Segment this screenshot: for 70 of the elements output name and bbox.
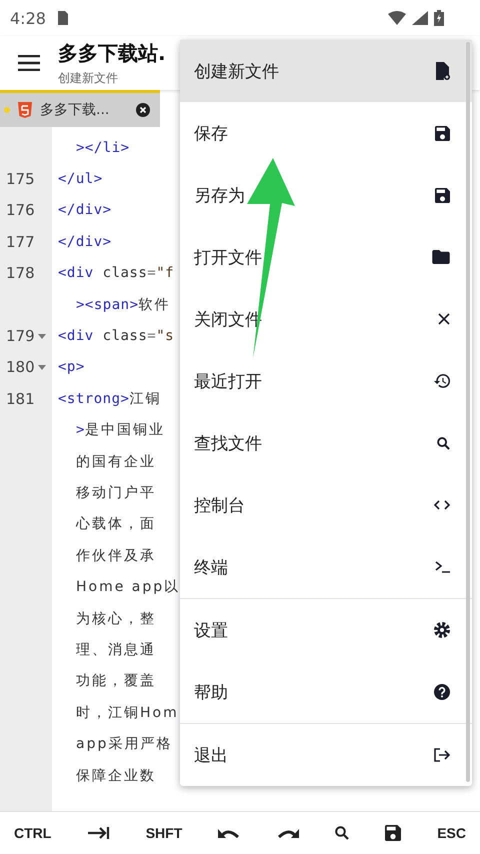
menu-item[interactable]: 查找文件 — [180, 412, 472, 474]
html5-icon — [18, 102, 32, 118]
code-line: </div> — [57, 234, 112, 250]
help-icon — [434, 684, 450, 700]
file-tab[interactable]: 多多下载... — [0, 93, 160, 127]
code-line: <div class="s — [57, 328, 174, 344]
line-number: 181 — [6, 390, 35, 408]
app-title: 多多下载站. — [58, 40, 166, 66]
menu-item[interactable]: 控制台 — [180, 474, 472, 536]
code-line: 时，江铜Hom — [75, 704, 179, 722]
battery-icon — [434, 10, 444, 26]
menu-item[interactable]: 帮助 — [180, 661, 472, 723]
line-number: 176 — [6, 201, 35, 220]
menu-item[interactable]: 设置 — [180, 599, 472, 661]
terminal-icon — [435, 561, 450, 573]
code-line: ><span>软件 — [75, 296, 171, 314]
code-line: <div class="f — [57, 265, 174, 282]
code-line: 为核心，整 — [75, 610, 156, 628]
save-icon — [435, 188, 450, 202]
search-icon — [437, 436, 450, 450]
file-plus-icon — [436, 62, 450, 80]
menu-item[interactable]: 终端 — [180, 536, 472, 598]
line-number: 178 — [6, 264, 35, 282]
line-number: 179 — [6, 327, 35, 346]
menu-icon[interactable] — [18, 55, 40, 71]
code-icon — [434, 500, 450, 510]
code-line: 心载体，面 — [74, 515, 156, 534]
fold-caret-icon[interactable] — [38, 364, 46, 370]
close-icon — [438, 313, 450, 325]
code-line: <p> — [57, 359, 85, 376]
key-button[interactable]: ESC — [431, 819, 472, 847]
status-time: 4:28 — [10, 8, 46, 28]
code-line: app采用严格 — [75, 735, 172, 754]
code-line: 的国有企业 — [75, 452, 156, 471]
code-line: 作伙伴及承 — [75, 546, 156, 565]
code-line: 保障企业数 — [75, 766, 156, 784]
code-line: <strong>江铜 — [57, 390, 162, 408]
menu-item[interactable]: 另存为 — [180, 164, 472, 226]
code-line: >是中国铜业 — [75, 421, 165, 440]
history-icon — [434, 374, 450, 388]
line-number: 175 — [6, 170, 35, 188]
code-line: 功能，覆盖 — [75, 672, 156, 690]
save-icon — [435, 126, 450, 140]
save-icon — [385, 825, 402, 841]
sim-card-icon — [58, 11, 68, 25]
menu-item[interactable]: 打开文件 — [180, 226, 472, 288]
menu-item[interactable]: 最近打开 — [180, 350, 472, 412]
search-icon — [334, 826, 349, 840]
code-line: </div> — [57, 202, 112, 218]
code-line: 移动门户平 — [75, 484, 156, 502]
folder-icon — [432, 250, 450, 264]
code-line: Home app以 — [75, 578, 180, 596]
fold-caret-icon[interactable] — [38, 334, 46, 339]
menu-item[interactable]: 保存 — [180, 102, 472, 164]
key-button[interactable]: CTRL — [8, 819, 58, 847]
tab-key-icon — [88, 826, 110, 840]
key-button[interactable]: SHFT — [140, 819, 188, 847]
logout-icon — [434, 748, 450, 762]
close-tab-icon[interactable] — [136, 103, 150, 117]
menu-item[interactable]: 创建新文件 — [180, 40, 472, 102]
code-line: </ul> — [57, 171, 103, 188]
menu-item[interactable]: 退出 — [180, 724, 472, 786]
line-number: 180 — [6, 358, 35, 376]
line-number: 177 — [6, 232, 35, 251]
signal-icon — [412, 11, 428, 25]
code-line: ></li> — [75, 140, 130, 156]
wifi-icon — [388, 11, 406, 25]
code-line: 理、消息通 — [75, 640, 156, 659]
settings-icon — [434, 622, 450, 638]
app-subtitle: 创建新文件 — [58, 70, 119, 86]
